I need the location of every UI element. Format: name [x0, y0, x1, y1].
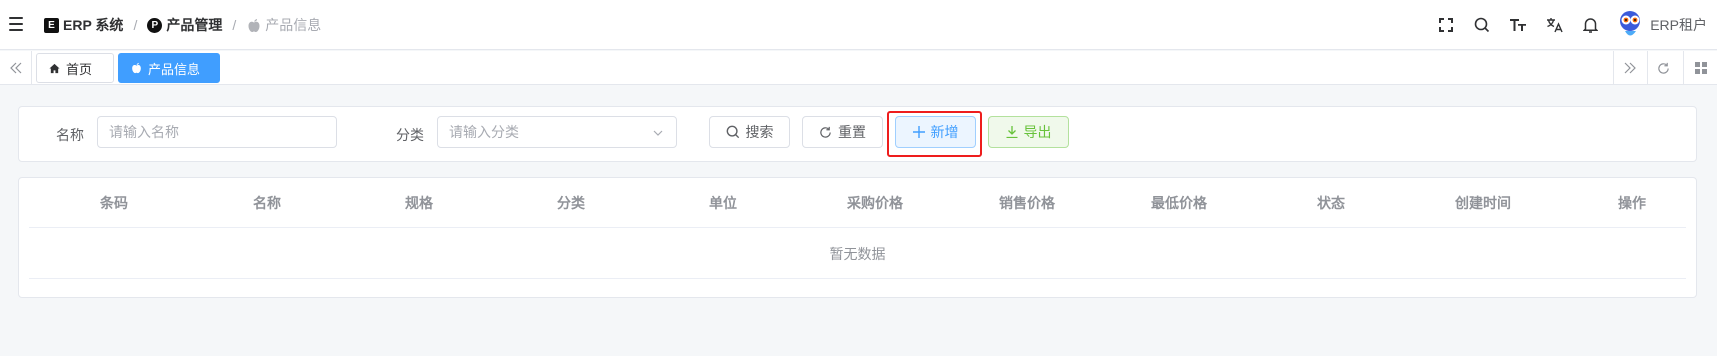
tab-home[interactable]: 首页 — [36, 53, 114, 83]
scroll-right-icon[interactable] — [1613, 51, 1645, 85]
scroll-left-icon[interactable] — [0, 51, 32, 85]
search-button-label: 搜索 — [745, 124, 774, 140]
user-menu[interactable]: ERP租户 — [1614, 9, 1707, 41]
tab-label: 首页 — [66, 61, 93, 77]
table-empty: 暂无数据 — [29, 229, 1686, 279]
erp-logo-icon: E — [44, 17, 59, 33]
add-button-label: 新增 — [930, 124, 959, 140]
column-header: 创建时间 — [1455, 195, 1511, 211]
grid-menu-icon[interactable] — [1683, 51, 1717, 85]
column-header: 名称 — [253, 195, 281, 211]
search-icon — [726, 125, 739, 139]
apple-icon — [131, 62, 142, 74]
header-tools: ERP租户 — [1428, 0, 1717, 50]
add-button[interactable]: 新增 — [895, 116, 976, 148]
breadcrumb-item-product-management[interactable]: P 产品管理 — [147, 15, 222, 35]
column-header: 状态 — [1317, 195, 1345, 211]
column-header: 操作 — [1618, 195, 1646, 211]
name-input[interactable]: 请输入名称 — [97, 116, 337, 148]
product-table: 条码 名称 规格 分类 单位 采购价格 销售价格 最低价格 状态 创建时间 操作… — [18, 177, 1697, 298]
breadcrumb: E ERP 系统 / P 产品管理 / 产品信息 — [44, 0, 321, 50]
reset-button-label: 重置 — [838, 124, 866, 140]
tabs-bar: 首页 产品信息 — [0, 51, 1717, 85]
name-label: 名称 — [56, 127, 84, 143]
breadcrumb-item-erp[interactable]: E ERP 系统 — [44, 15, 123, 35]
search-button[interactable]: 搜索 — [709, 116, 790, 148]
breadcrumb-separator: / — [133, 17, 138, 33]
name-input-placeholder: 请输入名称 — [109, 124, 179, 140]
download-icon — [1006, 126, 1017, 138]
breadcrumb-label: 产品信息 — [265, 17, 322, 33]
chevron-down-icon — [652, 126, 664, 142]
bell-icon[interactable] — [1572, 0, 1608, 50]
fullscreen-icon[interactable] — [1428, 0, 1464, 50]
category-label: 分类 — [396, 127, 424, 143]
plus-icon — [912, 126, 925, 138]
column-header: 条码 — [100, 195, 128, 211]
search-form: 名称 请输入名称 分类 请输入分类 搜索 重置 新增 导出 — [18, 106, 1697, 162]
column-header: 规格 — [405, 195, 433, 211]
breadcrumb-label: ERP 系统 — [63, 17, 124, 33]
avatar — [1620, 11, 1641, 36]
tab-product-info[interactable]: 产品信息 — [118, 53, 220, 83]
reset-button[interactable]: 重置 — [802, 116, 883, 148]
export-button-label: 导出 — [1023, 124, 1052, 140]
column-header: 销售价格 — [999, 195, 1055, 211]
font-size-icon[interactable] — [1500, 0, 1536, 50]
home-icon — [49, 63, 60, 74]
breadcrumb-label: 产品管理 — [166, 17, 223, 33]
username: ERP租户 — [1650, 17, 1707, 33]
apple-icon — [246, 18, 261, 33]
column-header: 最低价格 — [1151, 195, 1207, 211]
column-header: 单位 — [709, 195, 737, 211]
column-header: 采购价格 — [847, 195, 903, 211]
export-button[interactable]: 导出 — [988, 116, 1069, 148]
menu-toggle-icon[interactable] — [9, 17, 23, 31]
category-select-placeholder: 请输入分类 — [449, 124, 519, 140]
breadcrumb-separator: / — [232, 17, 237, 33]
category-select[interactable]: 请输入分类 — [437, 116, 677, 148]
refresh-icon[interactable] — [1647, 51, 1679, 85]
product-letter-icon: P — [147, 17, 163, 33]
column-header: 分类 — [557, 195, 585, 211]
refresh-icon — [820, 126, 831, 138]
table-header: 条码 名称 规格 分类 单位 采购价格 销售价格 最低价格 状态 创建时间 操作 — [29, 178, 1686, 228]
search-icon[interactable] — [1464, 0, 1500, 50]
top-header: E ERP 系统 / P 产品管理 / 产品信息 ERP租户 — [0, 0, 1717, 50]
empty-text: 暂无数据 — [829, 245, 886, 262]
translate-icon[interactable] — [1536, 0, 1572, 50]
breadcrumb-item-product-info: 产品信息 — [246, 15, 321, 35]
tab-label: 产品信息 — [148, 61, 201, 77]
